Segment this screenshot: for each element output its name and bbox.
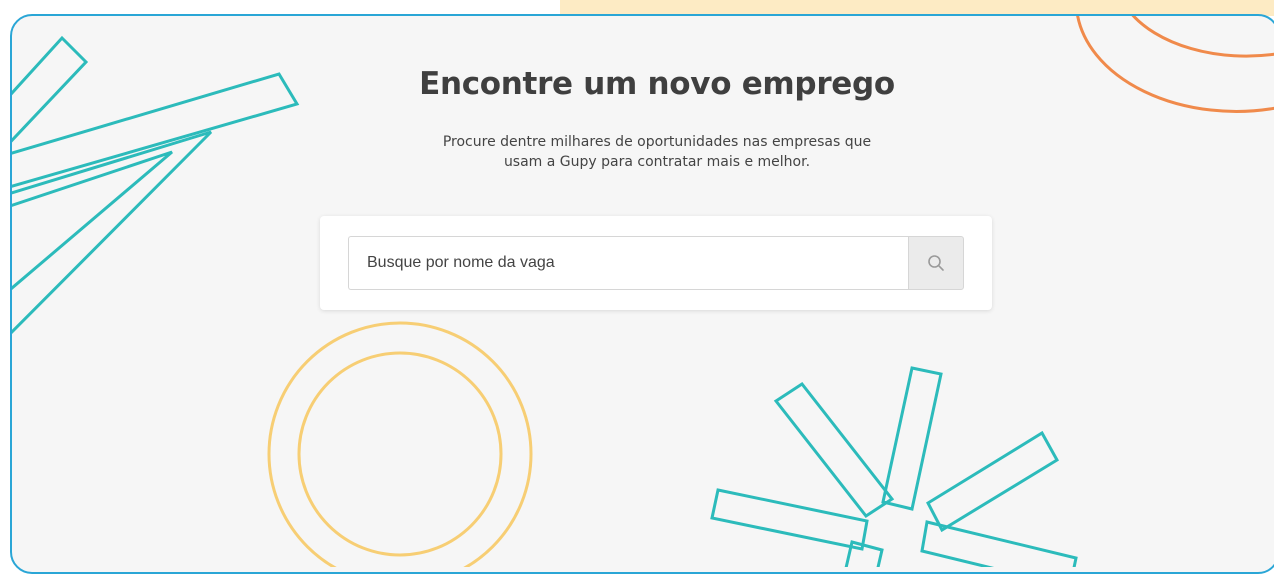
teal-asterisk-decoration (710, 366, 1078, 567)
yellow-ring-decoration (267, 321, 533, 567)
page-title: Encontre um novo emprego (419, 66, 895, 102)
search-button[interactable] (908, 236, 964, 290)
search-input[interactable] (348, 236, 908, 290)
subtitle-line-2: usam a Gupy para contratar mais e melhor… (503, 154, 811, 170)
search-card (320, 216, 992, 310)
hero-section: Encontre um novo emprego Procure dentre … (10, 14, 1274, 574)
search-icon (928, 255, 944, 271)
subtitle-line-1: Procure dentre milhares de oportunidades… (442, 134, 872, 150)
page-subtitle: Procure dentre milhares de oportunidades… (12, 132, 1274, 172)
